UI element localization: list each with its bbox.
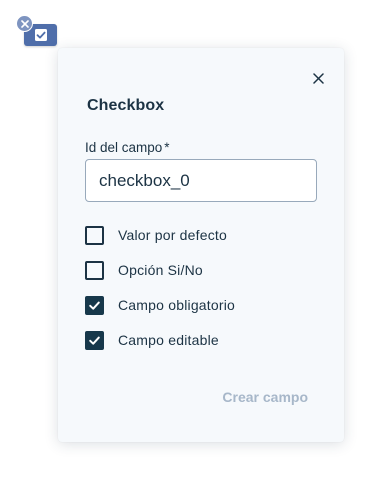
check-icon: [88, 299, 101, 312]
stage: Checkbox Id del campo* Valor por defecto…: [0, 0, 381, 484]
close-panel-button[interactable]: [308, 68, 328, 88]
option-editable[interactable]: Campo editable: [85, 329, 219, 351]
remove-field-button[interactable]: [16, 15, 33, 32]
option-label: Valor por defecto: [118, 227, 227, 243]
checkbox-checked[interactable]: [85, 330, 104, 350]
close-icon: [20, 19, 29, 28]
field-id-label-text: Id del campo: [85, 140, 163, 155]
field-id-input[interactable]: [85, 159, 317, 202]
option-required[interactable]: Campo obligatorio: [85, 294, 235, 316]
checkbox-checked[interactable]: [85, 295, 104, 315]
checkbox-unchecked[interactable]: [85, 225, 104, 245]
checkbox-unchecked[interactable]: [85, 260, 104, 280]
option-default-value[interactable]: Valor por defecto: [85, 224, 227, 246]
required-mark: *: [164, 140, 170, 155]
checkbox-icon: [34, 28, 48, 42]
field-id-label: Id del campo *: [85, 140, 170, 155]
option-label: Opción Si/No: [118, 262, 203, 278]
field-properties-panel: Checkbox Id del campo* Valor por defecto…: [58, 48, 344, 442]
check-icon: [88, 334, 101, 347]
panel-title: Checkbox: [87, 97, 165, 114]
option-label: Campo editable: [118, 332, 219, 348]
close-icon: [312, 72, 324, 84]
option-label: Campo obligatorio: [118, 297, 236, 313]
resize-handle-icon[interactable]: [51, 40, 56, 53]
option-yes-no[interactable]: Opción Si/No: [85, 259, 203, 281]
create-field-button[interactable]: Crear campo: [222, 389, 308, 405]
